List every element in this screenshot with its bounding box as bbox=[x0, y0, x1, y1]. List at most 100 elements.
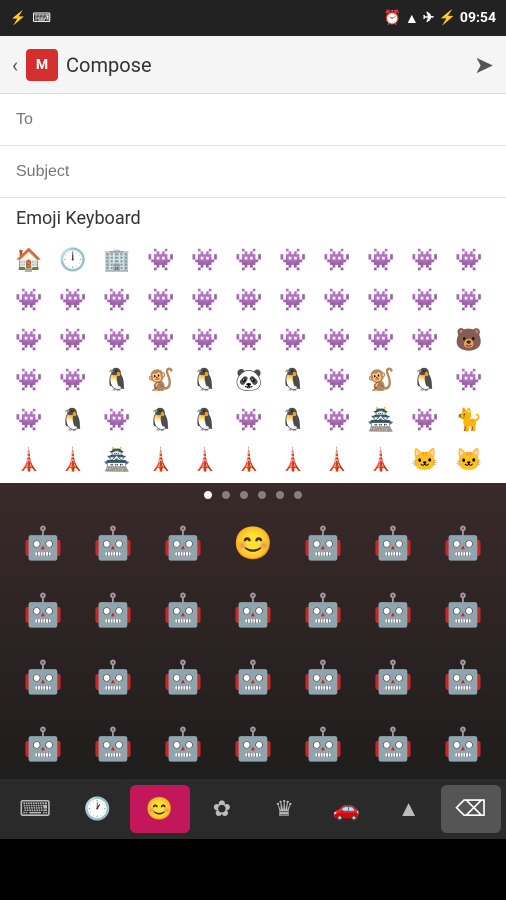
list-item[interactable]: 🤖 bbox=[289, 515, 357, 571]
send-button[interactable]: ➤ bbox=[474, 51, 494, 79]
list-item[interactable]: 👾 bbox=[316, 281, 358, 319]
list-item[interactable]: 🐧 bbox=[140, 401, 182, 439]
list-item[interactable]: 👾 bbox=[316, 241, 358, 279]
list-item[interactable]: 🤖 bbox=[289, 716, 357, 772]
dot-6[interactable] bbox=[294, 491, 302, 499]
list-item[interactable]: 🐧 bbox=[52, 401, 94, 439]
delete-button[interactable]: ⌫ bbox=[441, 785, 501, 833]
list-item[interactable]: 🐼 bbox=[228, 361, 270, 399]
list-item[interactable]: 🐱 bbox=[448, 441, 490, 479]
list-item[interactable]: 👾 bbox=[404, 401, 446, 439]
list-item[interactable]: 🐒 bbox=[360, 361, 402, 399]
to-field-row[interactable] bbox=[0, 94, 506, 146]
dot-1[interactable] bbox=[204, 491, 212, 499]
list-item[interactable]: 🤖 bbox=[9, 716, 77, 772]
list-item[interactable]: 🤖 bbox=[149, 582, 217, 638]
list-item[interactable]: 👾 bbox=[52, 321, 94, 359]
list-item[interactable]: 🤖 bbox=[79, 515, 147, 571]
dot-2[interactable] bbox=[222, 491, 230, 499]
subject-field-row[interactable] bbox=[0, 146, 506, 198]
list-item[interactable]: 🤖 bbox=[149, 515, 217, 571]
crown-button[interactable]: ♛ bbox=[254, 785, 314, 833]
list-item[interactable]: 🤖 bbox=[359, 515, 427, 571]
list-item[interactable]: 🏯 bbox=[96, 441, 138, 479]
list-item[interactable]: 👾 bbox=[360, 241, 402, 279]
list-item[interactable]: 🤖 bbox=[149, 649, 217, 705]
list-item[interactable]: 🐧 bbox=[184, 401, 226, 439]
list-item[interactable]: 🤖 bbox=[429, 649, 497, 705]
list-item[interactable]: 🤖 bbox=[9, 582, 77, 638]
keyboard-button[interactable]: ⌨ bbox=[5, 785, 65, 833]
list-item[interactable]: 👾 bbox=[96, 321, 138, 359]
list-item[interactable]: 👾 bbox=[316, 321, 358, 359]
to-input[interactable] bbox=[16, 111, 490, 129]
list-item[interactable]: 🤖 bbox=[289, 582, 357, 638]
list-item[interactable]: 🐈 bbox=[448, 401, 490, 439]
list-item[interactable]: 🗼 bbox=[228, 441, 270, 479]
dot-4[interactable] bbox=[258, 491, 266, 499]
list-item[interactable]: 👾 bbox=[96, 281, 138, 319]
list-item[interactable]: 🏠 bbox=[8, 241, 50, 279]
list-item[interactable]: 👾 bbox=[316, 361, 358, 399]
list-item[interactable]: 🐧 bbox=[404, 361, 446, 399]
dot-3[interactable] bbox=[240, 491, 248, 499]
list-item[interactable]: 👾 bbox=[272, 241, 314, 279]
list-item[interactable]: 👾 bbox=[228, 401, 270, 439]
list-item[interactable]: 👾 bbox=[228, 241, 270, 279]
list-item[interactable]: 👾 bbox=[184, 241, 226, 279]
list-item[interactable]: 🗼 bbox=[272, 441, 314, 479]
list-item[interactable]: 🗼 bbox=[52, 441, 94, 479]
list-item[interactable]: 👾 bbox=[272, 281, 314, 319]
list-item[interactable]: 🤖 bbox=[219, 582, 287, 638]
list-item[interactable]: 🗼 bbox=[8, 441, 50, 479]
triangle-button[interactable]: ▲ bbox=[379, 785, 439, 833]
list-item[interactable]: 🐱 bbox=[404, 441, 446, 479]
list-item[interactable]: 🤖 bbox=[429, 716, 497, 772]
list-item[interactable]: 🤖 bbox=[79, 716, 147, 772]
list-item[interactable]: 👾 bbox=[448, 361, 490, 399]
list-item[interactable]: 👾 bbox=[360, 281, 402, 319]
list-item[interactable]: 🏯 bbox=[360, 401, 402, 439]
list-item[interactable]: 👾 bbox=[140, 321, 182, 359]
list-item[interactable]: 👾 bbox=[448, 281, 490, 319]
list-item[interactable]: 👾 bbox=[360, 321, 402, 359]
list-item[interactable]: 👾 bbox=[8, 281, 50, 319]
list-item[interactable]: 🗼 bbox=[360, 441, 402, 479]
list-item[interactable]: 👾 bbox=[140, 241, 182, 279]
list-item[interactable]: 🐧 bbox=[96, 361, 138, 399]
list-item[interactable]: 🐻 bbox=[448, 321, 490, 359]
list-item[interactable]: 👾 bbox=[228, 281, 270, 319]
list-item[interactable]: 🕛 bbox=[52, 241, 94, 279]
list-item[interactable]: 👾 bbox=[8, 321, 50, 359]
list-item[interactable]: 🗼 bbox=[316, 441, 358, 479]
list-item[interactable]: 🗼 bbox=[140, 441, 182, 479]
list-item[interactable]: 🐧 bbox=[272, 361, 314, 399]
list-item[interactable]: 🤖 bbox=[9, 649, 77, 705]
list-item[interactable]: 🤖 bbox=[9, 515, 77, 571]
list-item[interactable]: 🤖 bbox=[429, 582, 497, 638]
emoji-button[interactable]: 😊 bbox=[130, 785, 190, 833]
list-item[interactable]: 👾 bbox=[52, 281, 94, 319]
list-item[interactable]: 👾 bbox=[140, 281, 182, 319]
list-item[interactable]: 👾 bbox=[272, 321, 314, 359]
list-item[interactable]: 👾 bbox=[184, 281, 226, 319]
recent-button[interactable]: 🕐 bbox=[67, 785, 127, 833]
list-item[interactable]: 👾 bbox=[316, 401, 358, 439]
list-item[interactable]: 👾 bbox=[404, 241, 446, 279]
list-item[interactable]: 🤖 bbox=[429, 515, 497, 571]
list-item[interactable]: 🤖 bbox=[359, 582, 427, 638]
list-item[interactable]: 👾 bbox=[184, 321, 226, 359]
list-item[interactable]: 🗼 bbox=[184, 441, 226, 479]
list-item[interactable]: 👾 bbox=[96, 401, 138, 439]
list-item[interactable]: 😊 bbox=[219, 515, 287, 571]
list-item[interactable]: 🤖 bbox=[149, 716, 217, 772]
list-item[interactable]: 🐒 bbox=[140, 361, 182, 399]
list-item[interactable]: 🐧 bbox=[272, 401, 314, 439]
list-item[interactable]: 🤖 bbox=[219, 716, 287, 772]
list-item[interactable]: 👾 bbox=[52, 361, 94, 399]
list-item[interactable]: 🤖 bbox=[79, 582, 147, 638]
list-item[interactable]: 🤖 bbox=[359, 649, 427, 705]
list-item[interactable]: 👾 bbox=[404, 281, 446, 319]
list-item[interactable]: 🤖 bbox=[289, 649, 357, 705]
back-button[interactable]: ‹ bbox=[12, 53, 18, 77]
